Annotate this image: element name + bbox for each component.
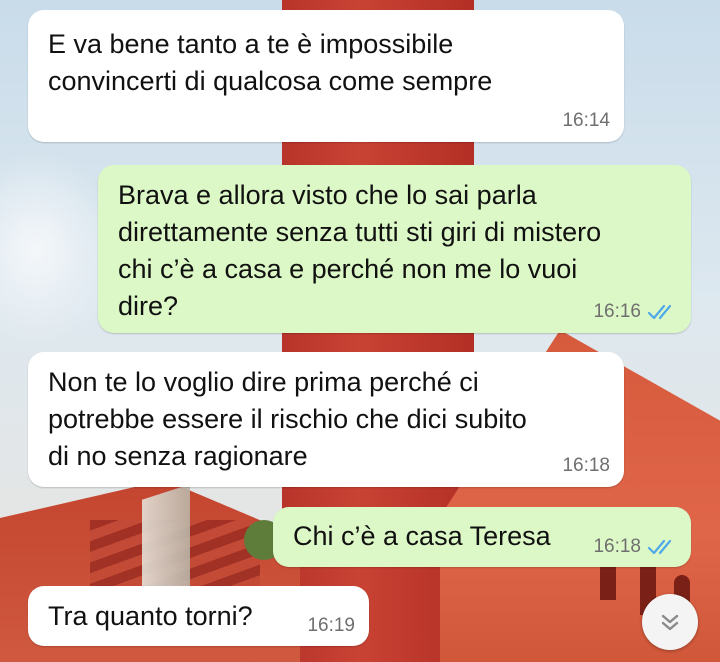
message-meta: 16:19 xyxy=(307,615,355,637)
message-text: Tra quanto torni? xyxy=(48,601,253,631)
incoming-message[interactable]: E va bene tanto a te è impossibile convi… xyxy=(28,10,624,142)
message-time: 16:18 xyxy=(562,455,610,476)
scroll-to-bottom-button[interactable] xyxy=(642,594,698,650)
outgoing-message[interactable]: Brava e allora visto che lo sai parla di… xyxy=(98,165,691,333)
message-time: 16:14 xyxy=(562,110,610,131)
message-text: Non te lo voglio dire prima perché ci po… xyxy=(48,367,527,471)
double-chevron-down-icon xyxy=(661,614,679,631)
double-check-icon xyxy=(647,304,672,320)
double-check-icon xyxy=(647,539,672,555)
message-text: E va bene tanto a te è impossibile convi… xyxy=(48,29,493,96)
message-time: 16:19 xyxy=(307,615,355,636)
message-text: Brava e allora visto che lo sai parla di… xyxy=(118,180,602,321)
message-time: 16:18 xyxy=(593,536,641,557)
message-meta: 16:18 xyxy=(593,536,677,558)
message-meta: 16:16 xyxy=(593,301,677,323)
outgoing-message[interactable]: Chi c’è a casa Teresa 16:18 xyxy=(273,507,691,567)
message-time: 16:16 xyxy=(593,301,641,322)
message-meta: 16:18 xyxy=(562,455,610,477)
message-meta: 16:14 xyxy=(562,110,610,132)
incoming-message[interactable]: Non te lo voglio dire prima perché ci po… xyxy=(28,352,624,487)
incoming-message[interactable]: Tra quanto torni? 16:19 xyxy=(28,586,369,646)
